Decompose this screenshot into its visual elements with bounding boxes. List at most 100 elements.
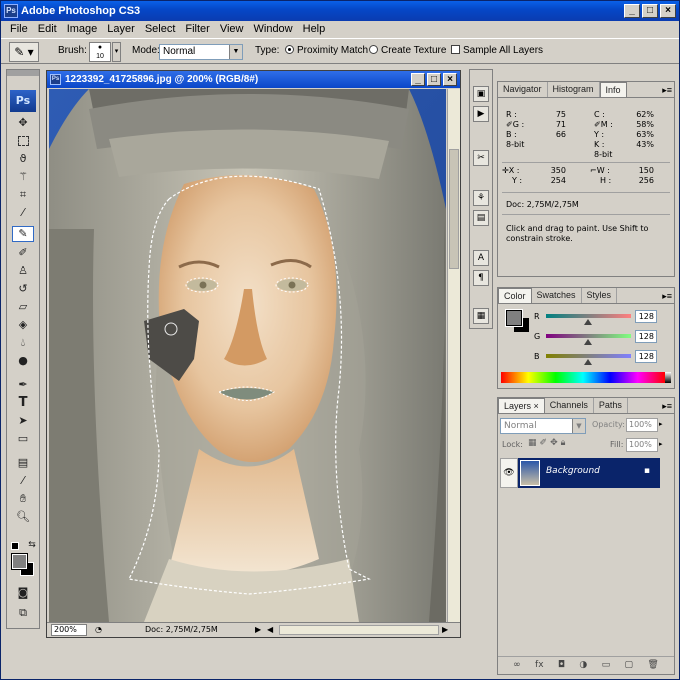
marquee-tool-icon[interactable]	[18, 136, 29, 146]
link-layers-icon[interactable]: ∞	[513, 657, 521, 674]
color-foreground-swatch[interactable]	[505, 309, 523, 327]
r-slider[interactable]	[546, 314, 631, 318]
history-brush-tool-icon[interactable]: ↺	[16, 282, 30, 296]
image-canvas[interactable]	[49, 89, 446, 622]
tab-close-icon[interactable]: ×	[534, 401, 539, 411]
b-slider[interactable]	[546, 354, 631, 358]
screen-mode-icon[interactable]: ⧉	[16, 606, 30, 620]
scroll-right-icon[interactable]: ▶	[442, 623, 448, 637]
spot-healing-brush-tool-icon[interactable]: ✎	[12, 226, 34, 242]
brush-tool-icon[interactable]: ✐	[16, 246, 30, 260]
opacity-arrow-icon[interactable]: ▸	[659, 420, 663, 428]
clone-stamp-tool-icon[interactable]: ♙	[16, 264, 30, 278]
g-slider[interactable]	[546, 334, 631, 338]
r-slider-handle[interactable]	[584, 319, 592, 325]
layer-row-background[interactable]: Background ▪	[518, 458, 660, 488]
menu-file[interactable]: File	[5, 21, 33, 37]
tool-preset-picker[interactable]: ✎ ▾	[9, 42, 39, 62]
magic-wand-tool-icon[interactable]: ⚚	[16, 170, 30, 184]
zoom-icon[interactable]: ◔	[95, 623, 102, 637]
pen-tool-icon[interactable]: ✒	[16, 378, 30, 392]
layers-panel-menu-icon[interactable]: ▸≡	[662, 401, 672, 412]
zoom-level-field[interactable]: 200%	[51, 624, 87, 636]
brushes-panel-icon[interactable]: ⚘	[473, 190, 489, 206]
tab-layers[interactable]: Layers ×	[498, 398, 545, 413]
layer-mask-icon[interactable]: ◘	[558, 657, 565, 674]
foreground-color-swatch[interactable]	[11, 553, 28, 570]
paint-bucket-tool-icon[interactable]: ◈	[16, 318, 30, 332]
tab-channels[interactable]: Channels	[545, 398, 594, 413]
brush-picker[interactable]: ● 10	[89, 42, 111, 62]
horizontal-scrollbar[interactable]	[279, 625, 439, 635]
scroll-thumb[interactable]	[449, 149, 459, 269]
black-white-ramp[interactable]	[665, 372, 671, 383]
menu-filter[interactable]: Filter	[180, 21, 214, 37]
brush-dropdown-arrow[interactable]: ▾	[112, 42, 121, 62]
blend-mode-select[interactable]: Normal ▼	[500, 418, 586, 434]
b-slider-handle[interactable]	[584, 359, 592, 365]
color-panel-menu-icon[interactable]: ▸≡	[662, 291, 672, 302]
tool-presets-icon[interactable]: ✂	[473, 150, 489, 166]
path-selection-tool-icon[interactable]: ➤	[16, 414, 30, 428]
eyedropper-tool-icon[interactable]: ⁄	[16, 474, 30, 488]
new-group-icon[interactable]: ▭	[602, 657, 611, 674]
g-value-field[interactable]: 128	[635, 330, 657, 343]
navigator-panel-icon[interactable]: ▣	[473, 86, 489, 102]
scroll-left-icon[interactable]: ◀	[267, 623, 273, 637]
zoom-tool-icon[interactable]: 🔍︎	[16, 510, 30, 524]
clone-source-icon[interactable]: ▤	[473, 210, 489, 226]
status-menu-arrow-icon[interactable]: ▶	[255, 623, 261, 637]
tab-info[interactable]: Info	[599, 82, 627, 97]
default-colors-icon[interactable]	[11, 542, 19, 550]
eraser-tool-icon[interactable]: ▱	[16, 300, 30, 314]
layer-style-icon[interactable]: fx	[535, 657, 544, 674]
tab-paths[interactable]: Paths	[594, 398, 628, 413]
layer-comps-icon[interactable]: ▦	[473, 308, 489, 324]
adjustment-layer-icon[interactable]: ◑	[579, 657, 587, 674]
tab-color[interactable]: Color	[498, 288, 532, 303]
opacity-field[interactable]: 100%	[626, 418, 658, 432]
lock-transparency-icon[interactable]: ▦	[528, 438, 540, 448]
lock-image-icon[interactable]: ✐	[540, 438, 551, 448]
maximize-button[interactable]: □	[642, 4, 658, 18]
close-button[interactable]: ×	[660, 4, 676, 18]
menu-select[interactable]: Select	[140, 21, 181, 37]
menu-help[interactable]: Help	[298, 21, 331, 37]
move-tool-icon[interactable]: ✥	[16, 116, 30, 130]
type-tool-icon[interactable]: T	[16, 396, 30, 410]
doc-minimize-button[interactable]: _	[411, 73, 425, 86]
proximity-match-radio[interactable]: Proximity Match	[285, 45, 368, 57]
delete-layer-icon[interactable]: 🗑︎	[647, 657, 658, 674]
paragraph-panel-icon[interactable]: ¶	[473, 270, 489, 286]
tab-swatches[interactable]: Swatches	[532, 288, 582, 303]
doc-close-button[interactable]: ×	[443, 73, 457, 86]
menu-edit[interactable]: Edit	[33, 21, 62, 37]
toolbox-grip[interactable]	[7, 70, 39, 76]
fill-field[interactable]: 100%	[626, 438, 658, 452]
minimize-button[interactable]: _	[624, 4, 640, 18]
lasso-tool-icon[interactable]: ϑ	[16, 152, 30, 166]
menu-layer[interactable]: Layer	[102, 21, 140, 37]
tab-navigator[interactable]: Navigator	[498, 82, 548, 97]
new-layer-icon[interactable]: ▢	[624, 657, 633, 674]
layer-visibility-eye-icon[interactable]: 👁︎	[500, 458, 518, 488]
fill-arrow-icon[interactable]: ▸	[659, 440, 663, 448]
shape-tool-icon[interactable]: ▭	[16, 432, 30, 446]
menu-image[interactable]: Image	[62, 21, 103, 37]
blur-tool-icon[interactable]: 💧︎	[16, 336, 30, 350]
create-texture-radio[interactable]: Create Texture	[369, 45, 446, 57]
tab-histogram[interactable]: Histogram	[548, 82, 600, 97]
actions-panel-icon[interactable]: ▶	[473, 106, 489, 122]
menu-window[interactable]: Window	[249, 21, 298, 37]
character-panel-icon[interactable]: A	[473, 250, 489, 266]
b-value-field[interactable]: 128	[635, 350, 657, 363]
crop-tool-icon[interactable]: ⌗	[16, 188, 30, 202]
lock-all-icon[interactable]: 🔒︎	[561, 438, 569, 448]
vertical-scrollbar[interactable]	[447, 89, 460, 622]
r-value-field[interactable]: 128	[635, 310, 657, 323]
menu-view[interactable]: View	[215, 21, 249, 37]
panel-menu-icon[interactable]: ▸≡	[662, 85, 672, 96]
lock-position-icon[interactable]: ✥	[550, 438, 561, 448]
color-spectrum-bar[interactable]	[501, 372, 665, 383]
notes-tool-icon[interactable]: ▤	[16, 456, 30, 470]
